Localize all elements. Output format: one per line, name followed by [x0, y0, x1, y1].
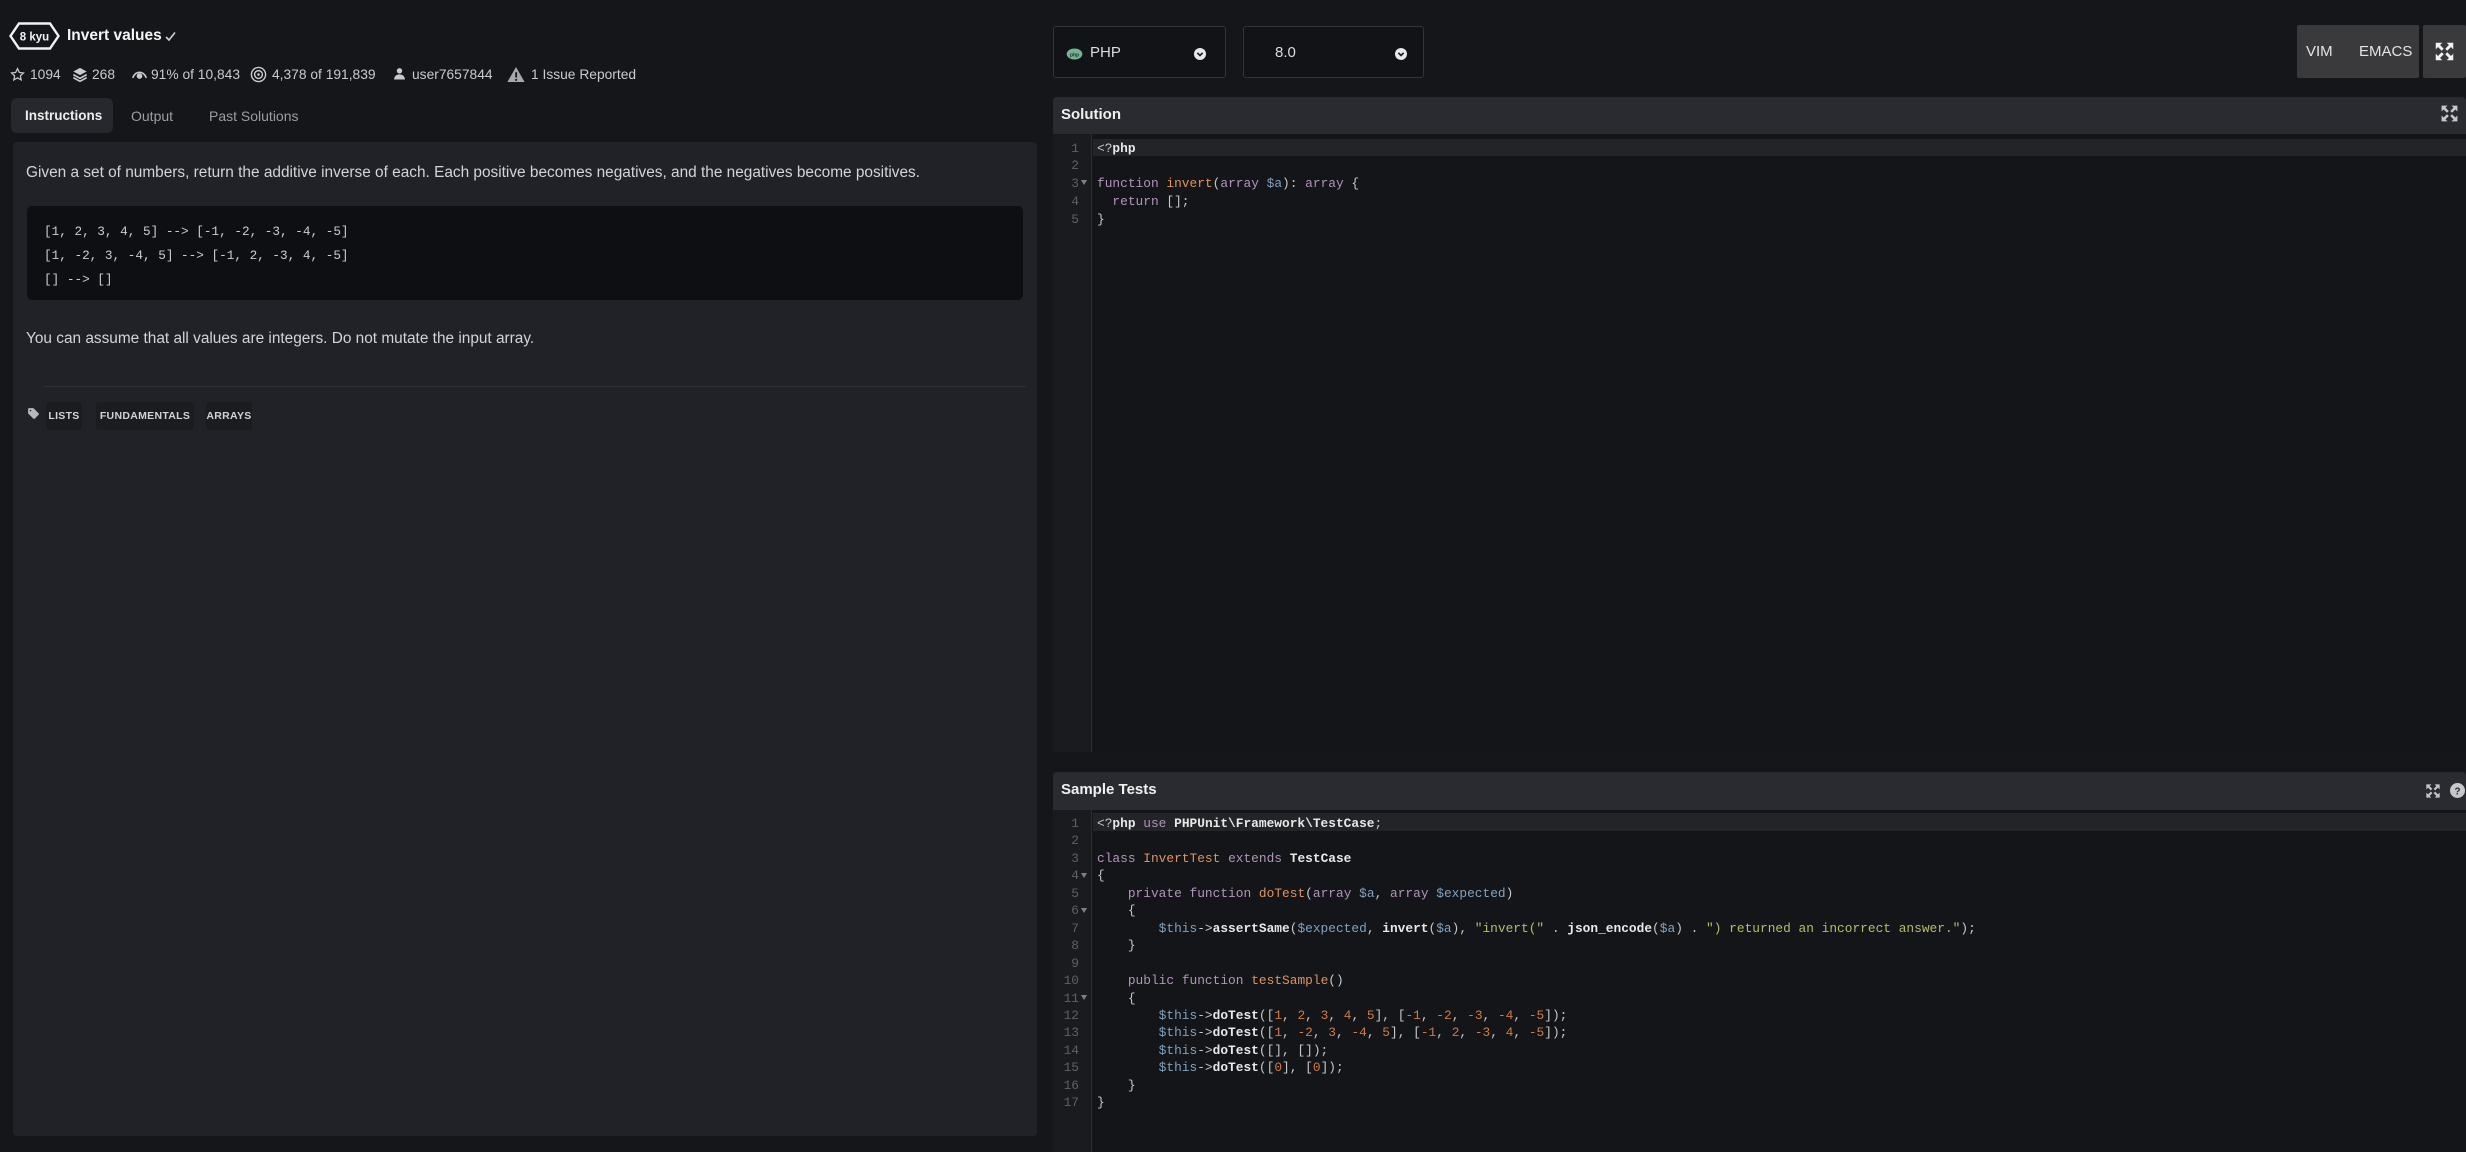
svg-text:8 kyu: 8 kyu: [20, 32, 49, 44]
svg-text:?: ?: [2454, 786, 2460, 797]
svg-text:php: php: [1070, 52, 1079, 58]
